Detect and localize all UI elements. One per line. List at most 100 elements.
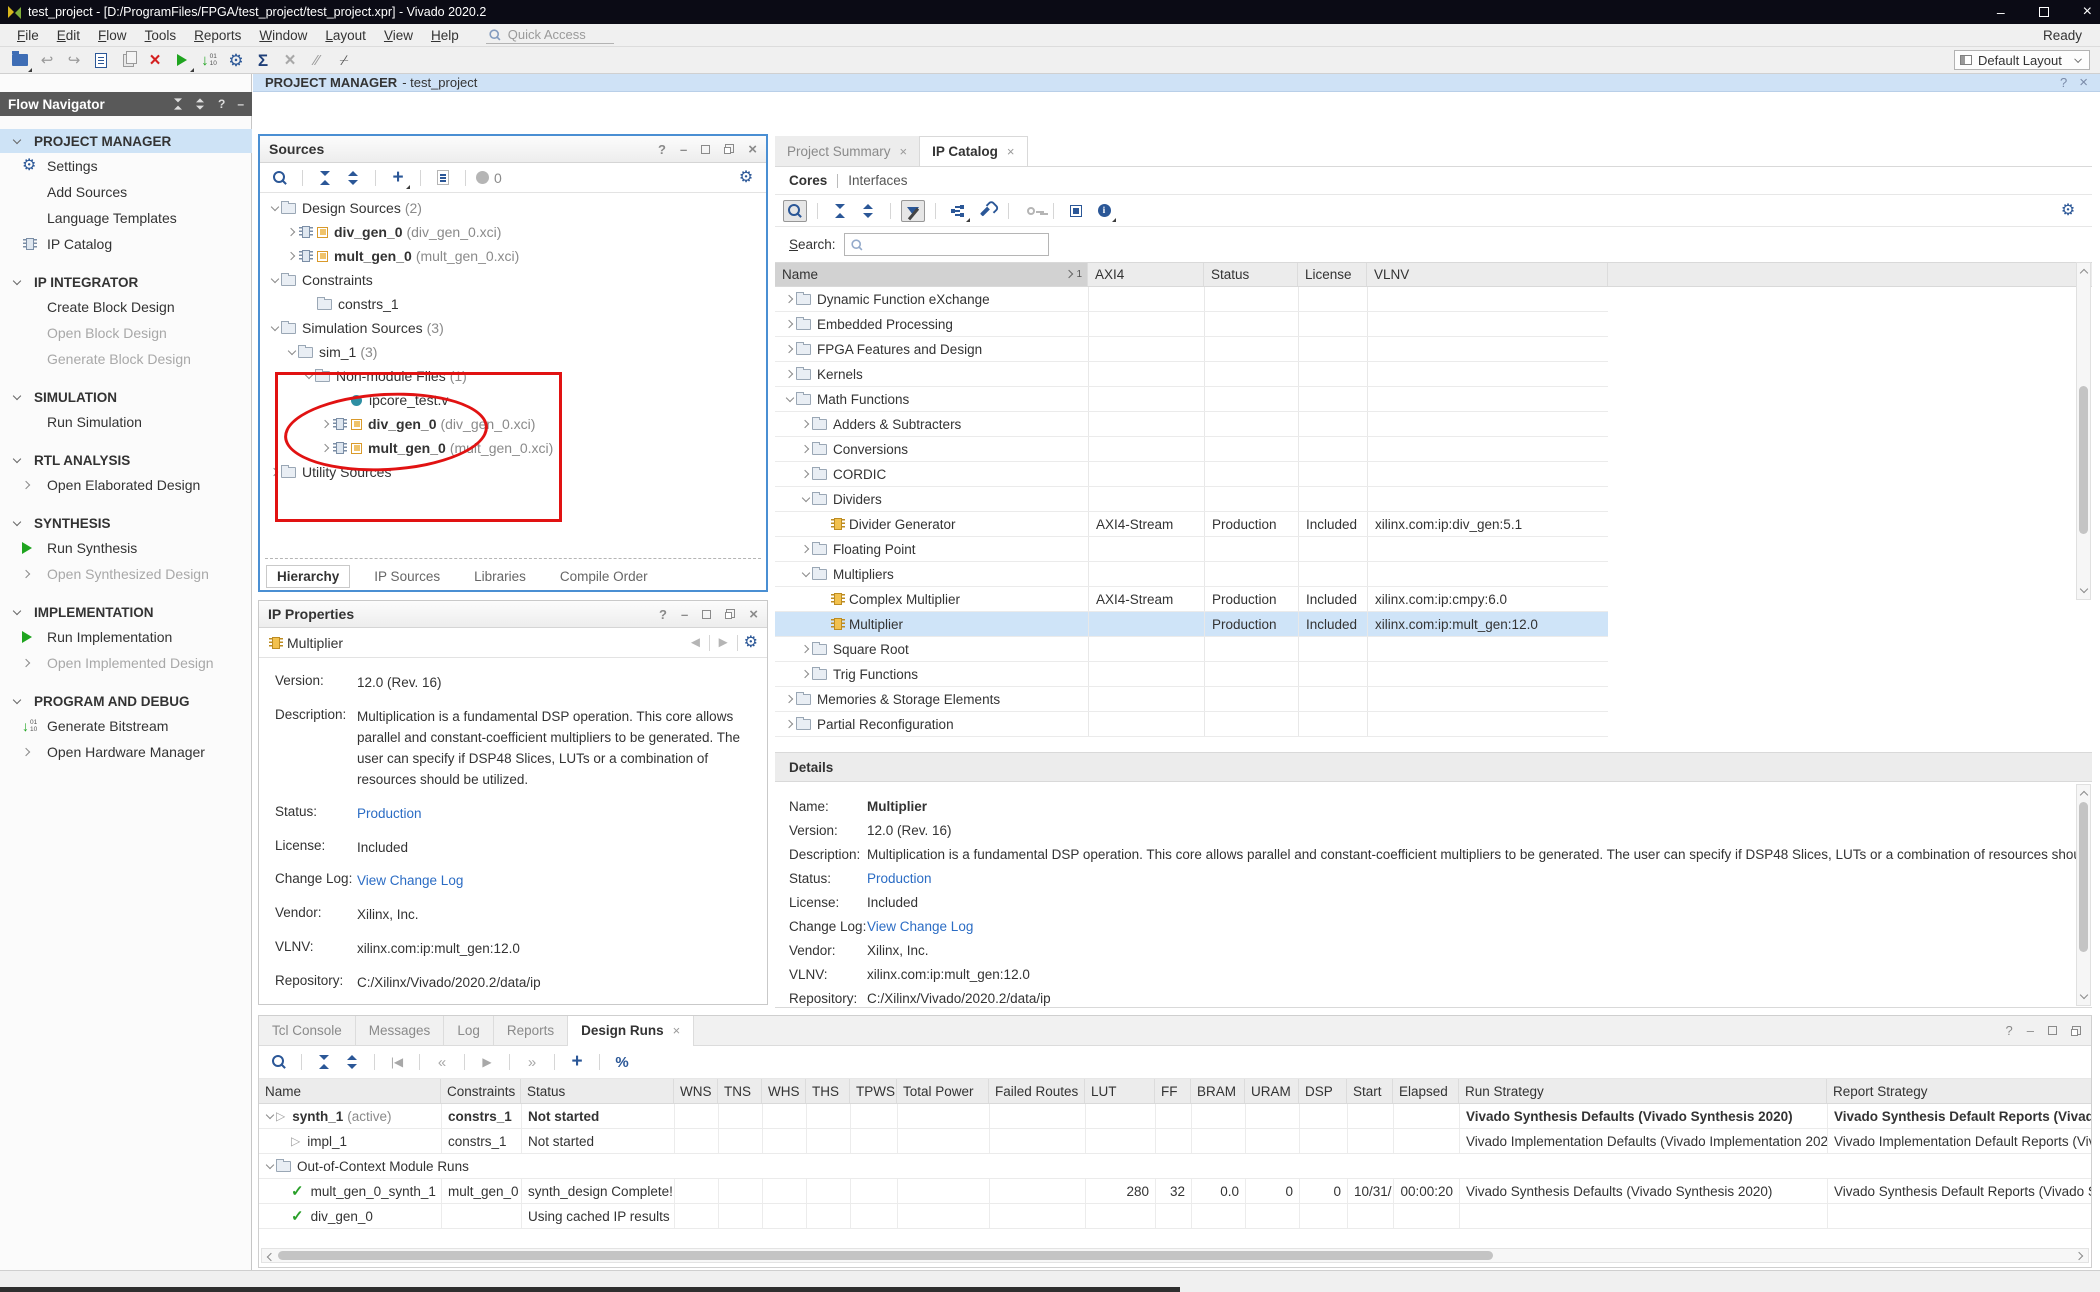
source-tree-row-design-sources[interactable]: Design Sources (2)	[260, 196, 766, 220]
catalog-row-divider-generator[interactable]: Divider GeneratorAXI4-StreamProductionIn…	[775, 512, 1608, 537]
close-icon[interactable]: ×	[673, 1023, 681, 1038]
expand-all-icon[interactable]	[195, 98, 205, 109]
chevron-down-icon[interactable]	[270, 323, 281, 334]
flownav-section-simulation[interactable]: SIMULATION	[0, 385, 252, 409]
tab-tcl-console[interactable]: Tcl Console	[259, 1016, 356, 1046]
column-header-constraints[interactable]: Constraints	[441, 1079, 521, 1103]
chevron-down-icon[interactable]	[270, 275, 281, 286]
run-step-button[interactable]: ▶	[475, 1051, 499, 1073]
column-header-elapsed[interactable]: Elapsed	[1393, 1079, 1459, 1103]
menu-file[interactable]: File	[8, 26, 48, 45]
flownav-item-run-implementation[interactable]: Run Implementation	[0, 624, 252, 650]
chevron-down-icon[interactable]	[801, 569, 812, 580]
chevron-down-icon[interactable]	[12, 136, 23, 147]
chevron-right-icon[interactable]	[785, 319, 796, 330]
flownav-section-ip-integrator[interactable]: IP INTEGRATOR	[0, 270, 252, 294]
column-header-license[interactable]: License	[1298, 263, 1367, 286]
expand-all-button[interactable]	[340, 1051, 364, 1073]
source-tree-row-simulation-sources[interactable]: Simulation Sources (3)	[260, 316, 766, 340]
source-tree-row-div-gen-0[interactable]: div_gen_0(div_gen_0.xci)	[260, 220, 766, 244]
chevron-down-icon[interactable]	[12, 696, 23, 707]
menu-edit[interactable]: Edit	[48, 26, 89, 45]
help-icon[interactable]: ?	[2060, 75, 2067, 90]
catalog-row-cordic[interactable]: CORDIC	[775, 462, 1608, 487]
menu-help[interactable]: Help	[422, 26, 468, 45]
collapse-all-icon[interactable]	[173, 98, 183, 109]
column-header-run-strategy[interactable]: Run Strategy	[1459, 1079, 1827, 1103]
copy-button[interactable]	[116, 48, 140, 72]
catalog-row-multipliers[interactable]: Multipliers	[775, 562, 1608, 587]
column-header-failed-routes[interactable]: Failed Routes	[989, 1079, 1085, 1103]
delete-button[interactable]: ×	[143, 48, 167, 72]
search-input[interactable]	[844, 233, 1049, 256]
close-panel-icon[interactable]: ×	[749, 607, 758, 622]
menu-reports[interactable]: Reports	[185, 26, 250, 45]
design-run-row-synth-1[interactable]: ▷synth_1 (active)constrs_1Not startedViv…	[259, 1104, 2091, 1129]
catalog-row-math-functions[interactable]: Math Functions	[775, 387, 1608, 412]
detail-value[interactable]: View Change Log	[867, 919, 973, 934]
column-header-name[interactable]: Name1	[775, 263, 1088, 286]
search-button[interactable]	[783, 200, 807, 222]
scroll-up-icon[interactable]	[2079, 266, 2090, 277]
sources-tab-libraries[interactable]: Libraries	[464, 566, 536, 587]
vertical-scrollbar[interactable]	[2076, 784, 2091, 1006]
menu-layout[interactable]: Layout	[316, 26, 375, 45]
column-header-tns[interactable]: TNS	[718, 1079, 762, 1103]
subtab-interfaces[interactable]: Interfaces	[848, 173, 907, 188]
source-tree-row-mult-gen-0[interactable]: mult_gen_0(mult_gen_0.xci)	[260, 436, 766, 460]
column-header-lut[interactable]: LUT	[1085, 1079, 1155, 1103]
chevron-right-icon[interactable]	[801, 419, 812, 430]
help-icon[interactable]: ?	[659, 608, 667, 621]
design-run-row-out-of-context-module-runs[interactable]: Out-of-Context Module Runs	[259, 1154, 2091, 1179]
source-tree-row-div-gen-0[interactable]: div_gen_0(div_gen_0.xci)	[260, 412, 766, 436]
link-button[interactable]: ⁄⁄	[305, 48, 329, 72]
chevron-right-icon[interactable]	[1065, 269, 1076, 280]
property-value[interactable]: Production	[357, 804, 753, 825]
minimize-panel-icon[interactable]: –	[2027, 1024, 2034, 1037]
ip-properties-titlebar[interactable]: IP Properties ? – ×	[259, 601, 767, 628]
catalog-row-floating-point[interactable]: Floating Point	[775, 537, 1608, 562]
step-first-button[interactable]: |◀	[385, 1051, 409, 1073]
minimize-panel-icon[interactable]: –	[681, 608, 688, 621]
column-header-ths[interactable]: THS	[806, 1079, 850, 1103]
report-button[interactable]	[89, 48, 113, 72]
catalog-row-multiplier[interactable]: MultiplierProductionIncludedxilinx.com:i…	[775, 612, 1608, 637]
source-tree-row-utility-sources[interactable]: Utility Sources	[260, 460, 766, 484]
open-project-button[interactable]	[8, 48, 32, 72]
flownav-item-ip-catalog[interactable]: IP Catalog	[0, 231, 252, 257]
minimize-panel-icon[interactable]: –	[237, 97, 244, 111]
column-header-axi4[interactable]: AXI4	[1088, 263, 1204, 286]
flownav-item-language-templates[interactable]: Language Templates	[0, 205, 252, 231]
column-header-whs[interactable]: WHS	[762, 1079, 806, 1103]
source-tree-row-sim-1[interactable]: sim_1 (3)	[260, 340, 766, 364]
collapse-all-button[interactable]	[828, 200, 852, 222]
column-header-wns[interactable]: WNS	[674, 1079, 718, 1103]
help-icon[interactable]: ?	[2006, 1024, 2013, 1037]
chevron-right-icon[interactable]	[801, 644, 812, 655]
flownav-item-open-synthesized-design[interactable]: Open Synthesized Design	[0, 561, 252, 587]
sources-panel-titlebar[interactable]: Sources ? – ×	[260, 136, 766, 163]
column-header-status[interactable]: Status	[521, 1079, 674, 1103]
catalog-row-dividers[interactable]: Dividers	[775, 487, 1608, 512]
chevron-down-icon[interactable]	[801, 494, 812, 505]
chevron-right-icon[interactable]	[287, 251, 298, 262]
flownav-item-create-block-design[interactable]: Create Block Design	[0, 294, 252, 320]
column-header-uram[interactable]: URAM	[1245, 1079, 1299, 1103]
report-utilization-button[interactable]: Σ	[251, 48, 275, 72]
window-minimize-button[interactable]: –	[1997, 4, 2005, 20]
flownav-item-generate-bitstream[interactable]: ↓0110Generate Bitstream	[0, 713, 252, 739]
menu-window[interactable]: Window	[250, 26, 316, 45]
chevron-right-icon[interactable]	[785, 694, 796, 705]
chevron-right-icon[interactable]	[801, 444, 812, 455]
column-header-vlnv[interactable]: VLNV	[1367, 263, 1608, 286]
chevron-down-icon[interactable]	[304, 371, 315, 382]
sources-settings-button[interactable]: ⚙	[734, 167, 758, 189]
column-header-ff[interactable]: FF	[1155, 1079, 1191, 1103]
catalog-row-trig-functions[interactable]: Trig Functions	[775, 662, 1608, 687]
cancel-button[interactable]: ×	[278, 48, 302, 72]
flownav-item-open-implemented-design[interactable]: Open Implemented Design	[0, 650, 252, 676]
close-icon[interactable]: ×	[1007, 144, 1015, 159]
maximize-panel-icon[interactable]	[701, 145, 710, 154]
menu-view[interactable]: View	[375, 26, 422, 45]
window-close-button[interactable]: ×	[2083, 3, 2092, 21]
